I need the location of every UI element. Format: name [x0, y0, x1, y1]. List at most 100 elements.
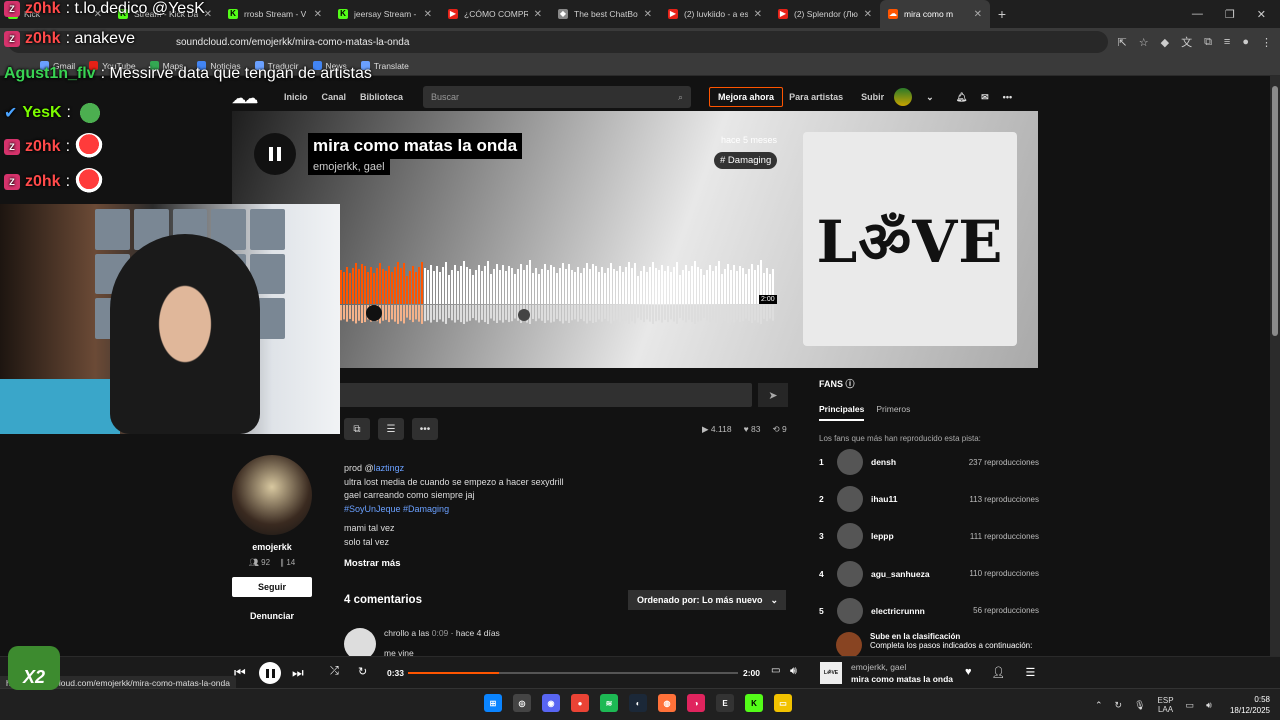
fan-name[interactable]: electricrunnn — [871, 606, 973, 616]
track-artist[interactable]: emojerkk, gael — [308, 159, 390, 175]
hashtag-links[interactable]: #SoyUnJeque #Damaging — [344, 503, 604, 517]
file-explorer-icon[interactable]: ▭ — [774, 694, 792, 712]
chrome-icon[interactable]: ● — [571, 694, 589, 712]
language-indicator[interactable]: ESP LAA — [1158, 696, 1174, 714]
close-tab-icon[interactable]: ✕ — [864, 9, 872, 20]
waveform[interactable] — [340, 259, 776, 324]
browser-tab[interactable]: ◆ The best ChatBot ✕ — [550, 0, 660, 28]
comment-marker-avatar[interactable] — [366, 305, 382, 321]
genre-tag[interactable]: # Damaging — [714, 152, 778, 169]
reposts-count[interactable]: ⟲ 9 — [772, 424, 786, 435]
install-icon[interactable]: ⇱ — [1118, 36, 1127, 49]
follow-button[interactable]: Seguir — [232, 577, 312, 597]
microphone-icon[interactable]: 🎙︎ — [1134, 700, 1145, 711]
tracks-count[interactable]: ∥ 14 — [280, 558, 295, 567]
chevron-up-icon[interactable]: ⌃ — [1095, 700, 1103, 711]
fan-row[interactable]: 5 electricrunnn 56 reproducciones — [819, 597, 1039, 624]
browser-tab[interactable]: ▶ (2) luvkiido - a es ✕ — [660, 0, 770, 28]
like-heart-icon[interactable]: ♥ — [965, 666, 972, 679]
extension-icon[interactable]: ◆ — [1161, 36, 1169, 49]
notifications-bell-icon[interactable]: 🔔︎ — [956, 92, 967, 103]
fan-name[interactable]: leppp — [871, 531, 970, 541]
info-icon[interactable]: ⓘ — [846, 379, 855, 389]
browser-tab[interactable]: ☁ mira como m ✕ — [880, 0, 990, 28]
network-icon[interactable]: ▭ — [1186, 700, 1195, 711]
next-track-icon[interactable]: ⏭︎ — [292, 665, 304, 681]
followers-count[interactable]: 👥︎ 92 — [249, 558, 270, 567]
fan-avatar[interactable] — [837, 560, 863, 587]
fan-row[interactable]: 1 densh 237 reproducciones — [819, 449, 1039, 475]
minimize-button[interactable]: — — [1192, 8, 1203, 21]
soundcloud-logo-icon[interactable]: ☁☁ — [232, 90, 268, 106]
messages-icon[interactable]: ✉ — [981, 92, 989, 103]
fan-avatar[interactable] — [837, 449, 863, 475]
new-tab-button[interactable]: + — [990, 6, 1014, 22]
spotify-icon[interactable]: ≋ — [600, 694, 618, 712]
epic-games-icon[interactable]: E — [716, 694, 734, 712]
fan-row[interactable]: 2 ihau11 113 reproducciones — [819, 486, 1039, 513]
nav-home[interactable]: Inicio — [284, 92, 308, 102]
close-tab-icon[interactable]: ✕ — [974, 9, 982, 20]
nav-feed[interactable]: Canal — [322, 92, 347, 102]
now-playing-title[interactable]: mira como matas la onda — [851, 674, 953, 684]
likes-count[interactable]: ♥ 83 — [744, 424, 761, 435]
close-tab-icon[interactable]: ✕ — [314, 9, 322, 20]
user-avatar[interactable] — [894, 88, 913, 106]
fan-name[interactable]: ihau11 — [871, 494, 969, 504]
comment-marker-avatar[interactable] — [518, 309, 530, 321]
play-pause-button[interactable] — [254, 133, 296, 175]
close-tab-icon[interactable]: ✕ — [754, 9, 762, 20]
player-pause-button[interactable] — [259, 662, 281, 684]
tab-first-fans[interactable]: Primeros — [876, 404, 910, 421]
steam-icon[interactable]: ◐ — [629, 694, 647, 712]
cast-icon[interactable]: ▭ — [771, 665, 780, 676]
uploader-name[interactable]: emojerkk — [232, 542, 312, 552]
commenter-name[interactable]: chrollo a las — [384, 628, 429, 638]
for-artists-link[interactable]: Para artistas — [789, 92, 843, 102]
puzzle-icon[interactable]: ⧉ — [1204, 36, 1212, 49]
search-input[interactable]: Buscar ⌕ — [423, 86, 692, 108]
kebab-menu-icon[interactable]: ⋮ — [1261, 36, 1272, 49]
fan-avatar[interactable] — [837, 486, 863, 513]
more-options-icon[interactable]: ••• — [1003, 92, 1012, 102]
uploader-avatar[interactable] — [232, 455, 312, 535]
fan-name[interactable]: agu_sanhueza — [871, 569, 969, 579]
tab-top-fans[interactable]: Principales — [819, 404, 865, 421]
sort-dropdown[interactable]: Ordenado por: Lo más nuevo ⌄ — [628, 590, 786, 610]
browser-tab[interactable]: Krrosb Stream - V ✕ — [220, 0, 330, 28]
search-icon[interactable]: ⌕ — [678, 92, 683, 103]
browser-tab[interactable]: ▶ (2) Splendor (Люб ✕ — [770, 0, 880, 28]
now-playing-artwork[interactable]: LॐVE — [820, 662, 842, 684]
progress-bar[interactable] — [408, 672, 738, 674]
url-field[interactable]: soundcloud.com/emojerkk/mira-como-matas-… — [8, 31, 1108, 53]
windows-start-icon[interactable]: ⊞ — [484, 694, 502, 712]
fan-avatar[interactable] — [837, 523, 863, 550]
bookmark-star-icon[interactable]: ☆ — [1139, 36, 1149, 49]
upload-link[interactable]: Subir — [861, 92, 884, 102]
now-playing-artist[interactable]: emojerkk, gael — [851, 662, 906, 672]
comment-timestamp[interactable]: 0:09 — [432, 628, 449, 638]
sync-icon[interactable]: ↻ — [1115, 700, 1123, 711]
clock[interactable]: 0:58 18/12/2025 — [1230, 694, 1270, 716]
fan-row[interactable]: 3 leppp 111 reproducciones — [819, 523, 1039, 550]
app-icon[interactable]: ◎ — [513, 694, 531, 712]
maximize-button[interactable]: ❐ — [1225, 8, 1235, 21]
mention-link[interactable]: laztingz — [374, 463, 405, 473]
copy-link-button[interactable]: ⧉ — [344, 418, 370, 440]
kick-icon[interactable]: K — [745, 694, 763, 712]
chevron-down-icon[interactable]: ⌄ — [926, 92, 934, 103]
page-scrollbar[interactable] — [1270, 76, 1280, 656]
more-button[interactable]: ••• — [412, 418, 438, 440]
send-comment-button[interactable]: ➤ — [758, 383, 788, 407]
fan-name[interactable]: densh — [871, 457, 969, 467]
menu-icon[interactable]: ≡ — [1224, 36, 1230, 48]
profile-icon[interactable]: ● — [1242, 36, 1249, 48]
follow-user-icon[interactable]: 👤︎ — [992, 666, 1006, 679]
fan-row[interactable]: 4 agu_sanhueza 110 reproducciones — [819, 560, 1039, 587]
translate-icon[interactable]: 文 — [1181, 34, 1192, 50]
repeat-icon[interactable]: ↻ — [358, 665, 367, 678]
add-to-playlist-button[interactable]: ☰ — [378, 418, 404, 440]
report-link[interactable]: Denunciar — [232, 611, 312, 621]
scrollbar-thumb[interactable] — [1272, 86, 1278, 336]
discord-icon[interactable]: ◉ — [542, 694, 560, 712]
